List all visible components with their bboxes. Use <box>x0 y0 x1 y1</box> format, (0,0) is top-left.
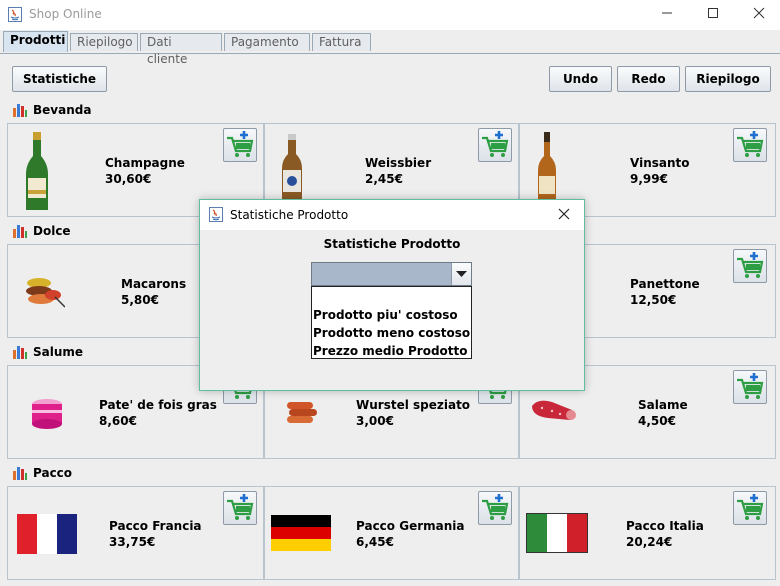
beer-bottle-image <box>282 134 302 206</box>
product-name: Macarons <box>121 277 187 291</box>
champagne-bottle-image <box>26 132 48 210</box>
category-pacco-label: Pacco <box>12 465 72 481</box>
add-to-cart-button[interactable] <box>733 370 767 404</box>
redo-button[interactable]: Redo <box>617 66 680 92</box>
product-card-pacco-francia: Pacco Francia 33,75€ <box>7 486 264 580</box>
bar-chart-icon <box>13 104 27 117</box>
category-name: Salume <box>33 345 84 359</box>
close-icon <box>753 7 765 19</box>
tab-riepilogo[interactable]: Riepilogo <box>70 33 138 51</box>
add-to-cart-button[interactable] <box>733 491 767 525</box>
dialog-title: Statistiche Prodotto <box>230 208 349 222</box>
tab-prodotti[interactable]: Prodotti <box>3 31 68 52</box>
product-name: Pacco Italia <box>626 519 704 533</box>
wine-bottle-image <box>538 132 556 206</box>
close-window-button[interactable] <box>736 0 780 30</box>
product-name: Champagne <box>105 156 185 170</box>
add-to-cart-icon <box>737 494 764 520</box>
option-prodotto-piu-costoso[interactable]: Prodotto piu' costoso <box>313 306 458 324</box>
bar-chart-icon <box>13 346 27 359</box>
java-app-icon <box>209 207 223 222</box>
add-to-cart-button[interactable] <box>223 128 257 162</box>
product-price: 4,50€ <box>638 414 676 428</box>
product-price: 12,50€ <box>630 293 677 307</box>
macarons-image <box>26 278 65 308</box>
maximize-icon <box>708 8 718 18</box>
product-name: Wurstel speziato <box>356 398 471 412</box>
category-salume-label: Salume <box>12 344 83 360</box>
dialog-titlebar: Statistiche Prodotto <box>200 200 584 230</box>
product-price: 30,60€ <box>105 172 152 186</box>
statistiche-button[interactable]: Statistiche <box>12 66 107 92</box>
combo-arrow-button[interactable] <box>451 263 471 285</box>
product-card-pacco-germania: Pacco Germania 6,45€ <box>264 486 519 580</box>
product-price: 5,80€ <box>121 293 159 307</box>
chevron-down-icon <box>456 271 467 277</box>
add-to-cart-button[interactable] <box>733 249 767 283</box>
category-bevanda-label: Bevanda <box>12 102 91 118</box>
product-price: 20,24€ <box>626 535 673 549</box>
bar-chart-icon <box>13 467 27 480</box>
product-name: Salame <box>638 398 688 412</box>
add-to-cart-icon <box>482 131 509 157</box>
category-name: Bevanda <box>33 103 92 117</box>
product-price: 2,45€ <box>365 172 403 186</box>
maximize-button[interactable] <box>690 0 736 30</box>
add-to-cart-icon <box>737 252 764 278</box>
category-name: Dolce <box>33 224 71 238</box>
germany-flag-image <box>271 515 331 551</box>
product-price: 6,45€ <box>356 535 394 549</box>
java-app-icon <box>8 7 22 22</box>
category-row-pacco: Pacco Francia 33,75€ Pacco Germania 6,45… <box>7 486 777 580</box>
add-to-cart-icon <box>227 494 254 520</box>
salame-image <box>532 400 576 420</box>
add-to-cart-icon <box>737 373 764 399</box>
france-flag-image <box>17 514 77 554</box>
wurstel-image <box>287 402 317 423</box>
product-name: Pate' de fois gras <box>99 398 217 412</box>
bar-chart-icon <box>13 225 27 238</box>
tab-pagamento[interactable]: Pagamento <box>224 33 310 51</box>
close-icon <box>558 208 570 220</box>
add-to-cart-button[interactable] <box>733 128 767 162</box>
riepilogo-button[interactable]: Riepilogo <box>685 66 771 92</box>
undo-button[interactable]: Undo <box>549 66 612 92</box>
category-name: Pacco <box>33 466 73 480</box>
dialog-heading: Statistiche Prodotto <box>323 237 461 251</box>
italy-flag-image <box>526 513 588 553</box>
combo-dropdown-list: Prodotto piu' costoso Prodotto meno cost… <box>311 286 472 359</box>
tab-fattura[interactable]: Fattura <box>312 33 371 51</box>
product-name: Pacco Germania <box>356 519 465 533</box>
tab-dati-cliente[interactable]: Dati cliente <box>140 33 222 66</box>
add-to-cart-icon <box>737 131 764 157</box>
statistiche-dialog: Statistiche Prodotto Statistiche Prodott… <box>199 199 585 391</box>
product-price: 8,60€ <box>99 414 137 428</box>
window-title: Shop Online <box>29 7 102 21</box>
product-name: Panettone <box>630 277 700 291</box>
product-name: Pacco Francia <box>109 519 202 533</box>
add-to-cart-icon <box>482 494 509 520</box>
option-prodotto-meno-costoso[interactable]: Prodotto meno costoso <box>313 324 470 342</box>
window-titlebar: Shop Online <box>0 0 780 30</box>
category-dolce-label: Dolce <box>12 223 71 239</box>
add-to-cart-icon <box>227 131 254 157</box>
add-to-cart-button[interactable] <box>478 128 512 162</box>
statistics-combo-box[interactable] <box>311 262 472 286</box>
dialog-close-button[interactable] <box>552 203 576 227</box>
product-price: 3,00€ <box>356 414 394 428</box>
product-price: 9,99€ <box>630 172 668 186</box>
minimize-button[interactable] <box>644 0 690 30</box>
add-to-cart-button[interactable] <box>223 491 257 525</box>
minimize-icon <box>662 12 672 14</box>
option-prezzo-medio-prodotto[interactable]: Prezzo medio Prodotto <box>313 342 468 360</box>
product-card-pacco-italia: Pacco Italia 20,24€ <box>519 486 776 580</box>
add-to-cart-button[interactable] <box>478 491 512 525</box>
product-price: 33,75€ <box>109 535 156 549</box>
product-name: Weissbier <box>365 156 432 170</box>
product-name: Vinsanto <box>630 156 690 170</box>
pate-jar-image <box>32 399 62 429</box>
